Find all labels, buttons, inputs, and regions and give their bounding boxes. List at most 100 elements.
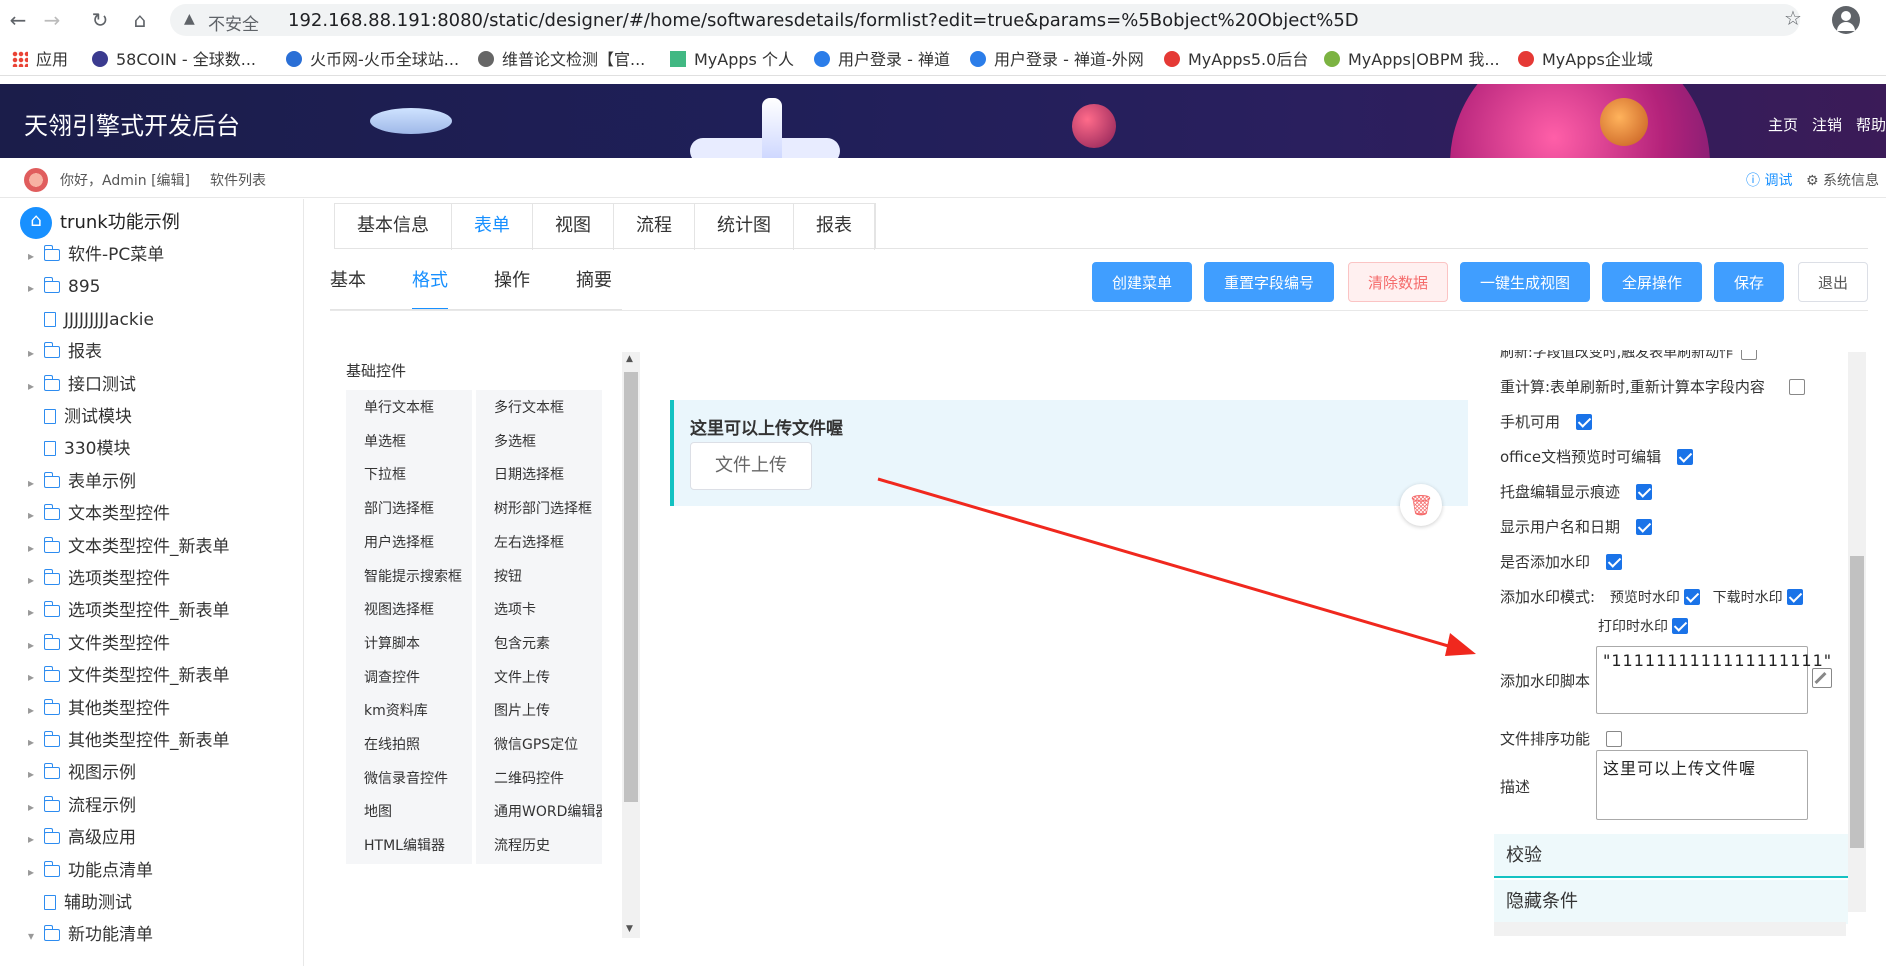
palette-control[interactable]: 单选框: [346, 423, 472, 460]
scroll-down-icon[interactable]: ▼: [626, 924, 633, 934]
file-sort-checkbox[interactable]: [1606, 731, 1623, 747]
palette-control[interactable]: 地图: [346, 794, 472, 831]
main-tab[interactable]: 统计图: [695, 204, 794, 250]
sidebar-item[interactable]: ▸ 其他类型控件_新表单: [28, 725, 230, 757]
sidebar-item[interactable]: ▸ 文本类型控件_新表单: [28, 531, 230, 563]
sidebar-item[interactable]: 330模块: [28, 433, 130, 465]
scroll-up-icon[interactable]: ▲: [626, 354, 633, 364]
caret-right-icon[interactable]: ▸: [28, 661, 44, 693]
sidebar-item[interactable]: ▾ 新功能清单: [28, 919, 153, 951]
edit-icon[interactable]: [1812, 668, 1832, 688]
palette-control[interactable]: km资料库: [346, 693, 472, 730]
recalc-checkbox[interactable]: [1788, 379, 1805, 395]
main-tab[interactable]: 基本信息: [335, 204, 452, 250]
bookmark-obpm[interactable]: MyApps|OBPM 我...: [1324, 49, 1500, 71]
sidebar-item[interactable]: ▸ 其他类型控件: [28, 693, 170, 725]
trash-icon[interactable]: 🗑: [1400, 484, 1442, 526]
sub-tab[interactable]: 摘要: [576, 262, 612, 310]
palette-scroll-thumb[interactable]: [624, 372, 638, 802]
sidebar-item[interactable]: ▸ 表单示例: [28, 466, 136, 498]
show-user-date-checkbox[interactable]: [1636, 519, 1653, 535]
tree-root[interactable]: trunk功能示例: [20, 207, 180, 239]
bookmark-weipu[interactable]: 维普论文检测【官...: [478, 49, 645, 71]
create-menu-button[interactable]: 创建菜单: [1092, 262, 1192, 302]
description-input[interactable]: 这里可以上传文件喔: [1596, 750, 1808, 820]
bookmark-huobi[interactable]: 火币网-火币全球站...: [286, 49, 459, 71]
main-tab[interactable]: 表单: [452, 204, 533, 250]
sidebar-item[interactable]: ▸ 报表: [28, 336, 102, 368]
url-text[interactable]: 192.168.88.191:8080/static/designer/#/ho…: [288, 10, 1359, 31]
palette-control[interactable]: 流程历史: [476, 828, 602, 865]
properties-scroll-thumb[interactable]: [1850, 556, 1864, 848]
sub-tab[interactable]: 基本: [330, 262, 366, 310]
refresh-checkbox[interactable]: [1741, 350, 1758, 360]
palette-control[interactable]: 微信GPS定位: [476, 727, 602, 763]
bookmark-star-icon[interactable]: ☆: [1784, 6, 1802, 30]
caret-right-icon[interactable]: ▸: [28, 726, 44, 758]
sidebar-item[interactable]: JJJJJJJJJackie: [28, 304, 154, 336]
debug-link[interactable]: ⓘ 调试: [1746, 170, 1792, 190]
palette-control[interactable]: 包含元素: [476, 625, 602, 662]
palette-control[interactable]: 选项卡: [476, 592, 602, 629]
caret-right-icon[interactable]: ▸: [28, 791, 44, 823]
user-greeting[interactable]: 你好，Admin [编辑]: [60, 170, 190, 190]
address-bar[interactable]: ▲ 不安全 192.168.88.191:8080/static/designe…: [170, 4, 1800, 36]
palette-control[interactable]: 树形部门选择框: [476, 491, 602, 528]
palette-control[interactable]: 单行文本框: [346, 390, 472, 426]
system-info-link[interactable]: ⚙ 系统信息: [1806, 170, 1879, 190]
caret-right-icon[interactable]: ▸: [28, 499, 44, 531]
caret-right-icon[interactable]: ▸: [28, 272, 44, 304]
palette-control[interactable]: 部门选择框: [346, 491, 472, 528]
palette-control[interactable]: 微信录音控件: [346, 760, 472, 797]
bookmark-apps[interactable]: 应用: [12, 49, 68, 71]
fullscreen-button[interactable]: 全屏操作: [1602, 262, 1702, 302]
palette-control[interactable]: 文件上传: [476, 659, 602, 696]
caret-right-icon[interactable]: ▸: [28, 564, 44, 596]
palette-control[interactable]: 调查控件: [346, 659, 472, 696]
sidebar-item[interactable]: ▸ 视图示例: [28, 757, 136, 789]
palette-control[interactable]: 通用WORD编辑器: [476, 794, 602, 831]
back-icon[interactable]: ←: [6, 8, 30, 32]
main-tab[interactable]: 流程: [614, 204, 695, 250]
properties-horizontal-scrollbar[interactable]: [1494, 922, 1846, 936]
office-edit-checkbox[interactable]: [1677, 449, 1694, 465]
sidebar-item[interactable]: 辅助测试: [28, 887, 132, 919]
caret-right-icon[interactable]: ▸: [28, 337, 44, 369]
palette-control[interactable]: 用户选择框: [346, 524, 472, 561]
sidebar-item[interactable]: ▸ 接口测试: [28, 369, 136, 401]
reset-field-number-button[interactable]: 重置字段编号: [1204, 262, 1334, 302]
palette-control[interactable]: HTML编辑器: [346, 828, 472, 865]
bookmark-myapps-personal[interactable]: MyApps 个人: [670, 49, 794, 71]
caret-right-icon[interactable]: ▸: [28, 596, 44, 628]
sub-tab[interactable]: 操作: [494, 262, 530, 310]
sidebar-item[interactable]: ▸ 文本类型控件: [28, 498, 170, 530]
palette-control[interactable]: 多选框: [476, 423, 602, 460]
caret-right-icon[interactable]: ▸: [28, 370, 44, 402]
software-list-link[interactable]: 软件列表: [210, 170, 266, 190]
caret-right-icon[interactable]: ▸: [28, 532, 44, 564]
caret-right-icon[interactable]: ▸: [28, 467, 44, 499]
caret-right-icon[interactable]: ▾: [28, 920, 44, 952]
sidebar-item[interactable]: 测试模块: [28, 401, 132, 433]
add-watermark-checkbox[interactable]: [1606, 554, 1623, 570]
tray-trace-checkbox[interactable]: [1636, 484, 1653, 500]
form-field-card[interactable]: 这里可以上传文件喔 文件上传: [670, 400, 1468, 506]
section-validate[interactable]: 校验: [1494, 834, 1848, 878]
sidebar-item[interactable]: ▸ 软件-PC菜单: [28, 239, 164, 271]
bookmark-myapps5[interactable]: MyApps5.0后台: [1164, 49, 1308, 71]
sidebar-item[interactable]: ▸ 流程示例: [28, 790, 136, 822]
generate-view-button[interactable]: 一键生成视图: [1460, 262, 1590, 302]
caret-right-icon[interactable]: ▸: [28, 694, 44, 726]
caret-right-icon[interactable]: ▸: [28, 823, 44, 855]
caret-right-icon[interactable]: ▸: [28, 240, 44, 272]
bookmark-zentao-external[interactable]: 用户登录 - 禅道-外网: [970, 49, 1144, 71]
sidebar-item[interactable]: ▸ 选项类型控件: [28, 563, 170, 595]
palette-control[interactable]: 图片上传: [476, 693, 602, 730]
exit-button[interactable]: 退出: [1798, 262, 1868, 302]
reload-icon[interactable]: ↻: [88, 8, 112, 32]
palette-control[interactable]: 视图选择框: [346, 592, 472, 629]
section-hidden-condition[interactable]: 隐藏条件: [1494, 880, 1848, 924]
sidebar-item[interactable]: ▸ 选项类型控件_新表单: [28, 595, 230, 627]
palette-control[interactable]: 日期选择框: [476, 457, 602, 494]
sub-tab[interactable]: 格式: [412, 262, 448, 310]
